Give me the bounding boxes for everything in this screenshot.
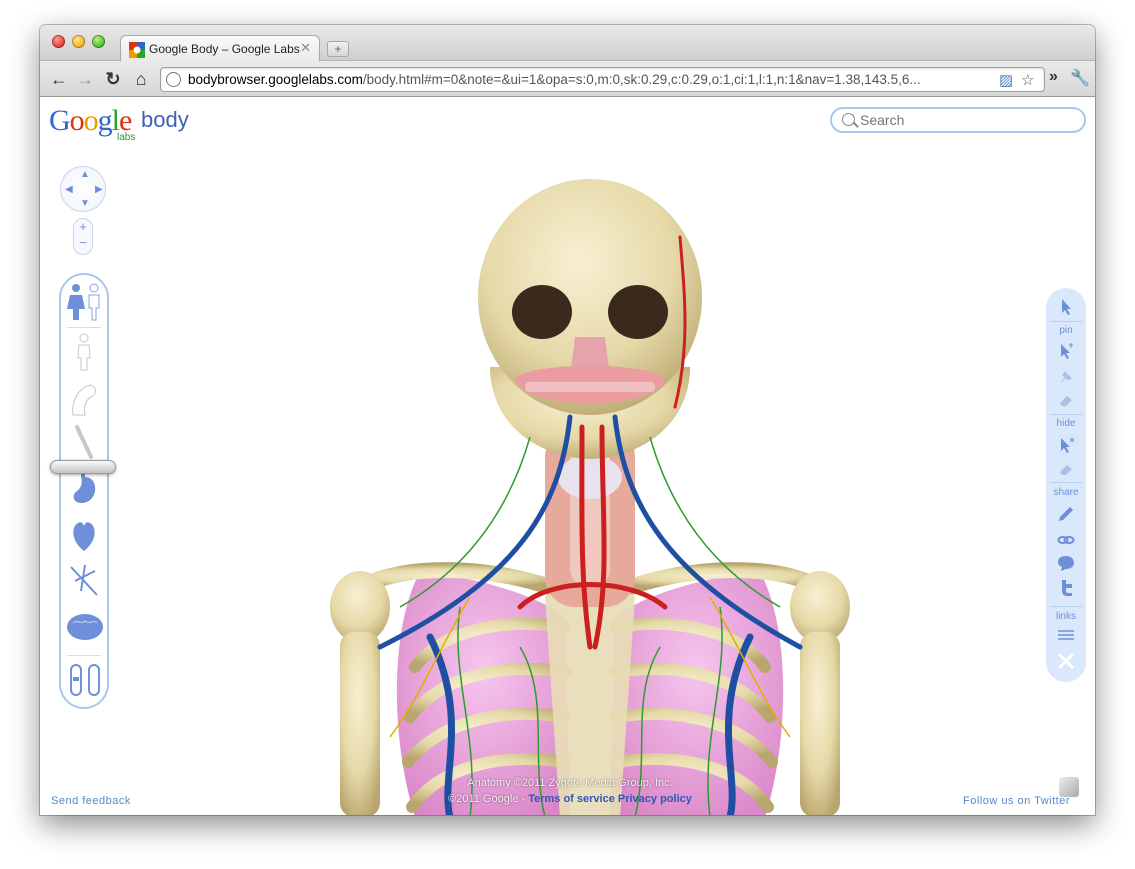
privacy-link[interactable]: Privacy policy [618, 793, 692, 805]
tab-close-icon[interactable]: ✕ [300, 40, 311, 56]
zoom-control: + − [73, 218, 93, 255]
page-content: Google body labs ▲ ▼ ◀ ▶ + − [40, 97, 1095, 815]
fullscreen-icon[interactable] [1059, 777, 1079, 797]
search-icon [842, 113, 855, 126]
unhide-eraser-icon[interactable] [1057, 460, 1075, 478]
logo-letter: g [97, 104, 113, 137]
copyright-line: ©2011 Google - Terms of service Privacy … [425, 793, 715, 805]
page-action-icon[interactable]: ▨ [999, 71, 1013, 89]
select-pointer-icon[interactable] [1057, 298, 1075, 316]
close-window-button[interactable] [52, 35, 65, 48]
skin-female-icon[interactable] [65, 283, 105, 321]
reload-icon[interactable]: ↻ [102, 68, 124, 90]
stomach-icon[interactable] [69, 469, 99, 507]
logo-letter: o [69, 104, 85, 137]
hide-label: hide [1056, 418, 1076, 429]
pin-label: pin [1059, 325, 1073, 336]
logo-letter: G [49, 104, 71, 137]
new-tab-button[interactable]: + [327, 41, 349, 57]
zoom-in-button[interactable]: + [74, 219, 92, 235]
link-icon[interactable] [1057, 531, 1075, 549]
menu-lines-icon[interactable] [1057, 626, 1075, 644]
tab-title: Google Body – Google Labs [149, 42, 300, 56]
zoom-out-button[interactable]: − [74, 235, 92, 251]
home-icon[interactable]: ⌂ [130, 68, 152, 90]
hide-pointer-icon[interactable] [1057, 436, 1075, 454]
pan-up-icon[interactable]: ▲ [80, 169, 90, 180]
google-labs-favicon-icon [129, 42, 145, 58]
share-label: share [1053, 487, 1079, 498]
eraser-icon[interactable] [1057, 391, 1075, 409]
links-label: links [1055, 611, 1076, 622]
pin-pointer-icon[interactable] [1057, 342, 1075, 360]
follow-twitter-link[interactable]: Follow us on Twitter [963, 795, 1070, 807]
google-body-logo[interactable]: Google body labs [49, 104, 189, 143]
forward-arrow-icon[interactable]: → [74, 68, 96, 90]
brain-icon[interactable] [65, 609, 105, 647]
anatomy-credit: Anatomy ©2011 Zygote Media Group, Inc. [467, 777, 673, 789]
minimize-window-button[interactable] [72, 35, 85, 48]
bookmark-star-icon[interactable]: ☆ [1021, 71, 1034, 89]
browser-toolbar: ← → ↻ ⌂ bodybrowser.googlelabs.com/body.… [40, 61, 1095, 97]
pan-left-icon[interactable]: ◀ [65, 184, 73, 195]
twitter-icon[interactable] [1057, 579, 1075, 597]
title-bar: Google Body – Google Labs ✕ + [40, 25, 1095, 62]
pan-down-icon[interactable]: ▼ [80, 198, 90, 209]
layer-slider-handle[interactable] [50, 460, 116, 474]
address-bar[interactable]: bodybrowser.googlelabs.com/body.html#m=0… [160, 67, 1045, 92]
maximize-window-button[interactable] [92, 35, 105, 48]
tab-google-body[interactable]: Google Body – Google Labs ✕ [120, 35, 320, 62]
logo-labs-text: labs [117, 132, 136, 143]
logo-body-text: body [141, 107, 189, 132]
layer-slider-panel [59, 273, 109, 709]
send-feedback-link[interactable]: Send feedback [51, 795, 131, 807]
globe-icon [166, 72, 181, 87]
logo-letter: o [83, 104, 99, 137]
right-toolbar: pin hide share links [1046, 288, 1086, 682]
terms-link[interactable]: Terms of service [528, 793, 615, 805]
push-pin-icon[interactable] [1057, 368, 1075, 386]
wrench-icon[interactable]: 🔧 [1070, 68, 1090, 88]
back-arrow-icon[interactable]: ← [48, 68, 70, 90]
anatomy-3d-viewer[interactable] [320, 177, 860, 815]
browser-window: Google Body – Google Labs ✕ + ← → ↻ ⌂ bo… [40, 25, 1095, 815]
buzz-icon[interactable] [1057, 554, 1075, 572]
copyright-text: ©2011 Google - [448, 793, 526, 805]
muscle-icon[interactable] [69, 381, 99, 419]
url-text: bodybrowser.googlelabs.com/body.html#m=0… [188, 72, 921, 87]
skin-icon[interactable] [69, 333, 99, 371]
toggle-icon[interactable] [65, 661, 105, 699]
heart-icon[interactable] [69, 515, 99, 553]
search-box[interactable] [830, 107, 1086, 133]
chevron-more-icon[interactable]: » [1049, 68, 1058, 86]
pencil-icon[interactable] [1057, 505, 1075, 523]
pan-right-icon[interactable]: ▶ [95, 184, 103, 195]
nerves-icon[interactable] [69, 561, 99, 599]
close-icon[interactable] [1057, 652, 1075, 670]
bone-icon[interactable] [69, 423, 99, 461]
search-input[interactable] [860, 112, 1075, 128]
pan-control[interactable]: ▲ ▼ ◀ ▶ [60, 166, 106, 212]
